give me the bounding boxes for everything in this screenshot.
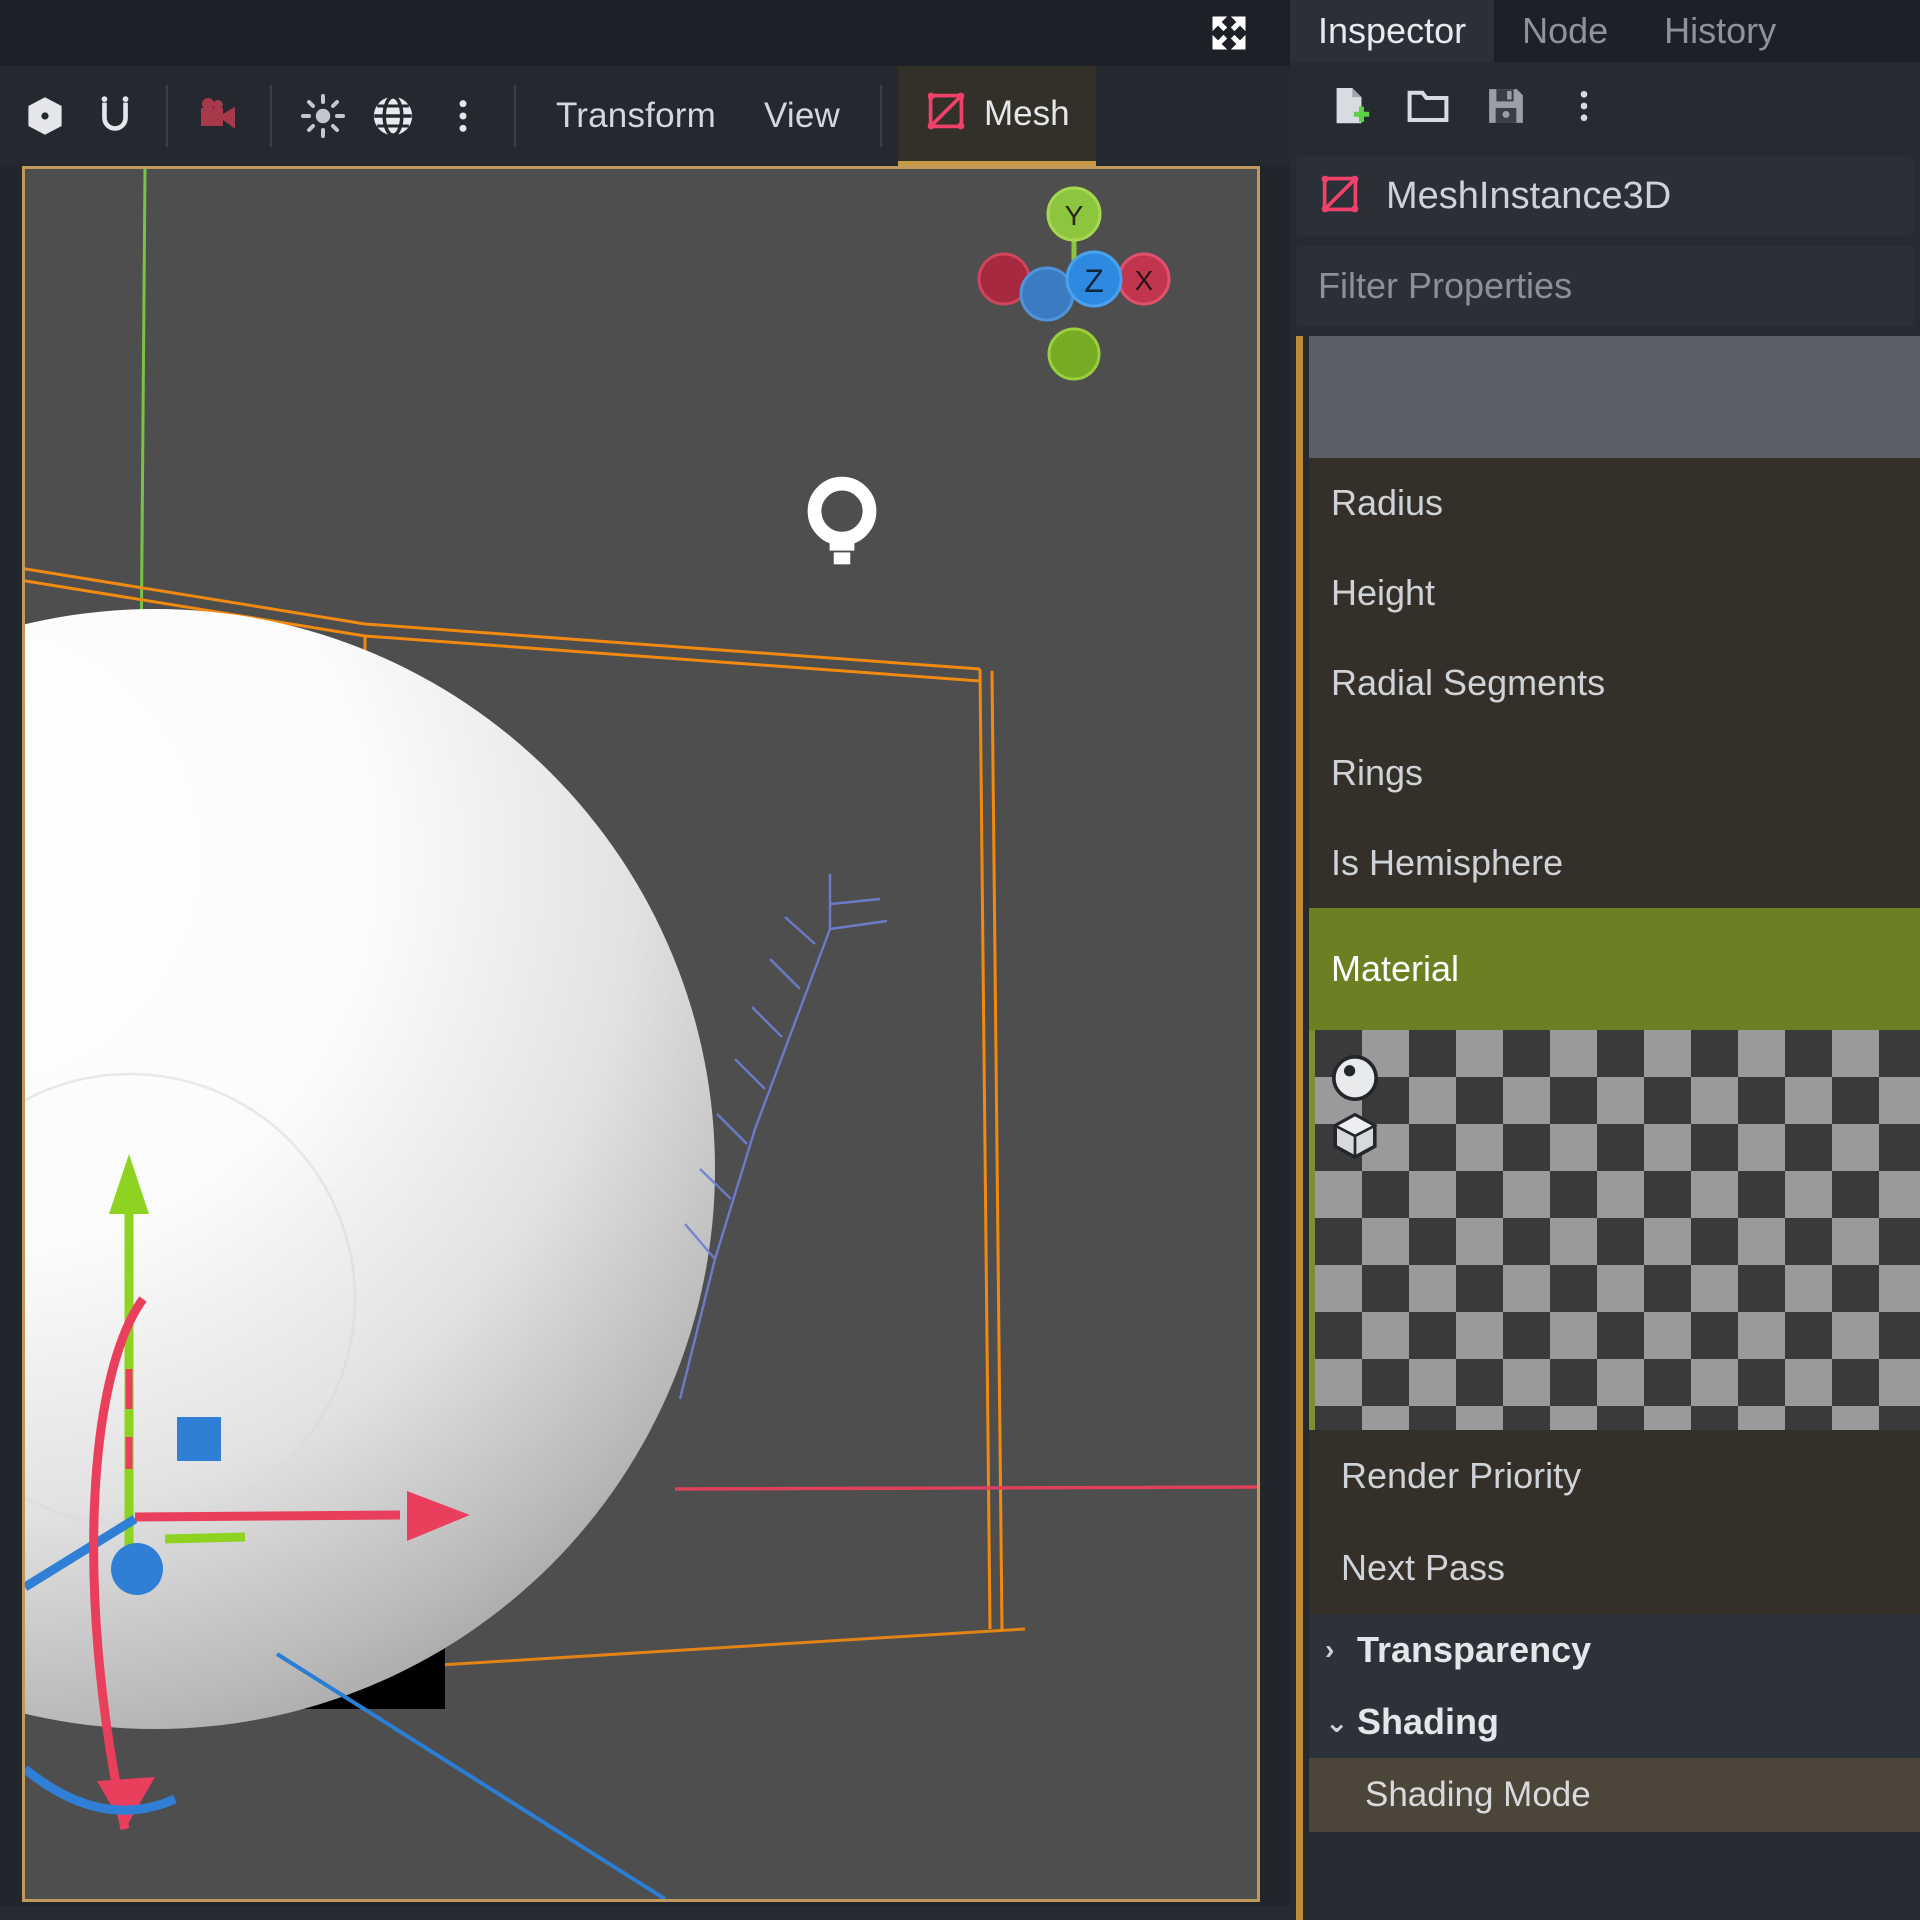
chevron-right-icon: › <box>1325 1634 1335 1665</box>
property-label: Is Hemisphere <box>1331 842 1564 883</box>
toolbar-separator <box>880 85 882 147</box>
inspector-dock: Inspector Node History MeshInstance3D Fi… <box>1290 0 1920 1920</box>
tab-history[interactable]: History <box>1636 0 1804 62</box>
gizmo-axis-z-label: Z <box>1084 263 1104 299</box>
3d-viewport[interactable]: Y X Z <box>22 166 1260 1902</box>
property-label: Height <box>1331 572 1436 613</box>
category-label: Shading <box>1357 1701 1499 1742</box>
omni-light-icon[interactable] <box>787 469 897 579</box>
gizmo-axis-x-label: X <box>1135 265 1154 296</box>
sun-preview-icon[interactable] <box>288 81 358 151</box>
gizmo-axis-y-label: Y <box>1065 200 1084 231</box>
inspected-node-header[interactable]: MeshInstance3D <box>1296 156 1914 236</box>
property-row-render-priority[interactable]: Render Priority <box>1309 1430 1920 1522</box>
property-label: Next Pass <box>1341 1547 1506 1588</box>
property-accent-bar <box>1296 336 1303 1920</box>
fullscreen-icon[interactable] <box>1198 2 1260 64</box>
mesh-instance-3d-icon <box>1318 172 1362 221</box>
category-label: Transparency <box>1357 1629 1592 1670</box>
property-label: Radial Segments <box>1331 662 1606 703</box>
property-row-is-hemisphere[interactable]: Is Hemisphere <box>1309 818 1920 908</box>
chevron-down-icon: ⌄ <box>1325 1706 1349 1738</box>
viewport-top-strip <box>0 0 1290 66</box>
property-row-next-pass[interactable]: Next Pass <box>1309 1522 1920 1614</box>
kebab-menu-icon[interactable] <box>1550 72 1618 140</box>
save-disk-icon[interactable] <box>1472 72 1540 140</box>
property-row-shading-mode[interactable]: Shading Mode <box>1309 1758 1920 1832</box>
camera-preview-icon[interactable] <box>184 81 254 151</box>
tab-node-label: Node <box>1522 10 1609 51</box>
property-row-radius[interactable]: Radius <box>1309 458 1920 548</box>
new-resource-icon[interactable] <box>1316 72 1384 140</box>
property-label: Render Priority <box>1341 1455 1582 1496</box>
mesh-menu-tab[interactable]: Mesh <box>898 66 1096 166</box>
tab-inspector[interactable]: Inspector <box>1290 0 1495 62</box>
dock-tab-bar: Inspector Node History <box>1290 0 1920 62</box>
open-folder-icon[interactable] <box>1394 72 1462 140</box>
section-label: Material <box>1331 948 1460 989</box>
toolbar-separator <box>270 85 272 147</box>
kebab-menu-icon[interactable] <box>428 81 498 151</box>
viewport-pane: Transform View Mesh Y X Z <box>0 0 1290 1920</box>
property-label: Radius <box>1331 482 1444 523</box>
toolbar-separator <box>514 85 516 147</box>
property-row-rings[interactable]: Rings <box>1309 728 1920 818</box>
property-row-blank <box>1309 336 1920 458</box>
property-section-material[interactable]: Material <box>1309 908 1920 1030</box>
property-label: Rings <box>1331 752 1424 793</box>
property-row-radial-segments[interactable]: Radial Segments <box>1309 638 1920 728</box>
local-space-icon[interactable] <box>10 81 80 151</box>
mesh-instance-3d-icon <box>924 89 968 138</box>
toolbar-separator <box>166 85 168 147</box>
node-name-label: MeshInstance3D <box>1386 174 1672 217</box>
property-label: Shading Mode <box>1365 1775 1591 1814</box>
filter-properties-input[interactable]: Filter Properties <box>1296 246 1914 326</box>
property-category-transparency[interactable]: › Transparency <box>1309 1614 1920 1686</box>
viewport-toolbar: Transform View Mesh <box>0 66 1290 166</box>
filter-properties-placeholder: Filter Properties <box>1318 265 1573 306</box>
property-row-height[interactable]: Height <box>1309 548 1920 638</box>
environment-globe-icon[interactable] <box>358 81 428 151</box>
preview-cube-icon[interactable] <box>1325 1106 1385 1166</box>
transform-menu[interactable]: Transform <box>532 66 740 166</box>
property-list[interactable]: Radius Height Radial Segments Rings Is H… <box>1296 336 1920 1920</box>
editor-bottom-bar <box>0 1906 1290 1920</box>
tab-inspector-label: Inspector <box>1318 10 1467 51</box>
snap-magnet-icon[interactable] <box>80 81 150 151</box>
mesh-menu-label: Mesh <box>984 93 1070 133</box>
inspector-toolbar <box>1290 62 1920 150</box>
material-preview[interactable] <box>1309 1030 1920 1430</box>
tab-node[interactable]: Node <box>1494 0 1636 62</box>
tab-history-label: History <box>1664 10 1777 51</box>
property-category-shading[interactable]: ⌄ Shading <box>1309 1686 1920 1758</box>
view-menu[interactable]: View <box>740 66 864 166</box>
viewport-axis-gizmo[interactable]: Y X Z <box>959 179 1189 399</box>
preview-sphere-icon[interactable] <box>1325 1048 1385 1108</box>
